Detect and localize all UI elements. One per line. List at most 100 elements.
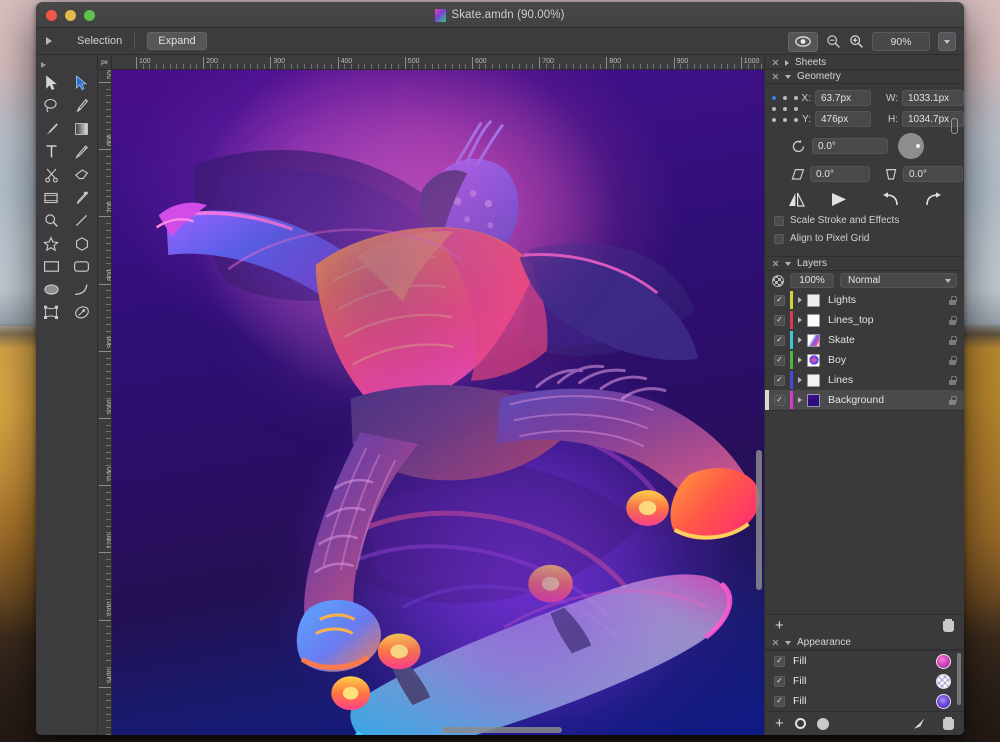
layer-visibility-checkbox[interactable]: ✓	[774, 335, 785, 346]
undo-icon[interactable]	[881, 191, 900, 208]
anchor-bottom-left[interactable]	[772, 118, 776, 122]
layer-visibility-checkbox[interactable]: ✓	[774, 375, 785, 386]
text-tool[interactable]	[36, 140, 67, 163]
star-tool[interactable]	[36, 232, 67, 255]
zoom-in-icon[interactable]	[849, 34, 864, 49]
chevron-down-icon[interactable]	[785, 641, 791, 645]
rectangle-tool[interactable]	[36, 255, 67, 278]
rotation-knob[interactable]	[898, 133, 924, 159]
mesh-tool[interactable]	[36, 301, 67, 324]
lock-icon[interactable]	[949, 336, 956, 345]
anchor-middle-center[interactable]	[783, 107, 787, 111]
gradient-tool[interactable]	[67, 117, 98, 140]
eraser-tool[interactable]	[67, 163, 98, 186]
layer-visibility-checkbox[interactable]: ✓	[774, 295, 785, 306]
rotation-input[interactable]: 0.0°	[812, 138, 888, 154]
lock-icon[interactable]	[949, 296, 956, 305]
close-icon[interactable]	[772, 73, 779, 80]
warp-tool[interactable]	[67, 301, 98, 324]
add-appearance-icon[interactable]: +	[775, 716, 784, 731]
brush-tool[interactable]	[36, 117, 67, 140]
layer-row-skate[interactable]: ✓ Skate	[765, 330, 964, 350]
vertical-ruler[interactable]: 50060070080090010001100120013001400	[98, 70, 112, 735]
zoom-level-input[interactable]: 90%	[872, 32, 930, 51]
layer-row-background[interactable]: ✓ Background	[765, 390, 964, 410]
appearance-row-fill-3[interactable]: ✓ Fill	[765, 691, 964, 711]
lasso-tool[interactable]	[36, 94, 67, 117]
scale-stroke-row[interactable]: Scale Stroke and Effects	[765, 215, 964, 226]
chevron-right-icon[interactable]	[798, 317, 802, 323]
scissors-tool[interactable]	[36, 163, 67, 186]
scale-stroke-checkbox[interactable]	[774, 216, 784, 226]
anchor-point-selector[interactable]	[772, 96, 792, 122]
horizontal-ruler[interactable]: 1002003004005006007008009001000	[112, 56, 764, 70]
lock-icon[interactable]	[949, 396, 956, 405]
artboard[interactable]	[112, 70, 764, 735]
lock-icon[interactable]	[949, 376, 956, 385]
chevron-right-icon[interactable]	[785, 60, 789, 66]
node-tool[interactable]	[67, 71, 98, 94]
anchor-top-left[interactable]	[772, 96, 776, 100]
geometry-panel-header[interactable]: Geometry	[765, 70, 964, 84]
blend-mode-select[interactable]: Normal	[840, 273, 957, 288]
delete-appearance-icon[interactable]	[943, 717, 954, 730]
horizontal-scrollbar[interactable]	[442, 727, 562, 733]
lock-icon[interactable]	[949, 316, 956, 325]
chevron-right-icon[interactable]	[798, 337, 802, 343]
layer-visibility-checkbox[interactable]: ✓	[774, 355, 785, 366]
shear-vertical-input[interactable]: 0.0°	[903, 166, 963, 182]
stroke-circle-icon[interactable]	[795, 718, 806, 729]
layer-row-boy[interactable]: ✓ Boy	[765, 350, 964, 370]
close-icon[interactable]	[772, 639, 779, 646]
appearance-swatch[interactable]	[936, 654, 951, 669]
align-pixel-grid-row[interactable]: Align to Pixel Grid	[765, 233, 964, 244]
appearance-row-fill-1[interactable]: ✓ Fill	[765, 651, 964, 671]
move-tool[interactable]	[36, 71, 67, 94]
layer-visibility-checkbox[interactable]: ✓	[774, 315, 785, 326]
layer-row-lights[interactable]: ✓ Lights	[765, 290, 964, 310]
line-tool[interactable]	[67, 209, 98, 232]
layer-visibility-checkbox[interactable]: ✓	[774, 395, 785, 406]
chevron-right-icon[interactable]	[798, 377, 802, 383]
delete-layer-icon[interactable]	[943, 619, 954, 632]
pen-tool[interactable]	[67, 94, 98, 117]
x-input[interactable]: 63.7px	[815, 90, 871, 106]
anchor-top-right[interactable]	[794, 96, 798, 100]
chevron-right-icon[interactable]	[798, 357, 802, 363]
pencil-tool[interactable]	[67, 140, 98, 163]
appearance-visibility-checkbox[interactable]: ✓	[774, 696, 785, 707]
polygon-tool[interactable]	[67, 232, 98, 255]
zoom-preset-dropdown[interactable]	[938, 32, 956, 51]
vertical-scrollbar[interactable]	[756, 450, 762, 590]
artwork-canvas[interactable]	[112, 70, 764, 735]
add-layer-icon[interactable]: +	[775, 618, 784, 633]
flip-vertical-icon[interactable]	[830, 191, 849, 208]
palette-handle[interactable]	[36, 59, 97, 71]
chevron-down-icon[interactable]	[785, 262, 791, 266]
lock-icon[interactable]	[949, 356, 956, 365]
layers-panel-header[interactable]: Layers	[765, 257, 964, 271]
sheets-panel-header[interactable]: Sheets	[765, 56, 964, 70]
appearance-panel-header[interactable]: Appearance	[765, 636, 964, 650]
link-proportions-icon[interactable]	[951, 118, 958, 134]
appearance-swatch[interactable]	[936, 674, 951, 689]
chevron-right-icon[interactable]	[798, 297, 802, 303]
fill-circle-icon[interactable]	[817, 718, 829, 730]
arc-tool[interactable]	[67, 278, 98, 301]
appearance-row-fill-2[interactable]: ✓ Fill	[765, 671, 964, 691]
anchor-bottom-right[interactable]	[794, 118, 798, 122]
layer-opacity-input[interactable]: 100%	[790, 273, 834, 288]
layer-row-lines[interactable]: ✓ Lines	[765, 370, 964, 390]
appearance-visibility-checkbox[interactable]: ✓	[774, 656, 785, 667]
eyedropper-tool[interactable]	[67, 186, 98, 209]
preview-toggle-button[interactable]	[788, 32, 818, 52]
close-icon[interactable]	[772, 260, 779, 267]
y-input[interactable]: 476px	[815, 111, 871, 127]
zoom-out-icon[interactable]	[826, 34, 841, 49]
close-icon[interactable]	[772, 59, 779, 66]
expand-button[interactable]: Expand	[147, 32, 206, 50]
layer-row-lines-top[interactable]: ✓ Lines_top	[765, 310, 964, 330]
w-input[interactable]: 1033.1px	[902, 90, 964, 106]
rounded-rectangle-tool[interactable]	[67, 255, 98, 278]
shear-horizontal-input[interactable]: 0.0°	[810, 166, 870, 182]
